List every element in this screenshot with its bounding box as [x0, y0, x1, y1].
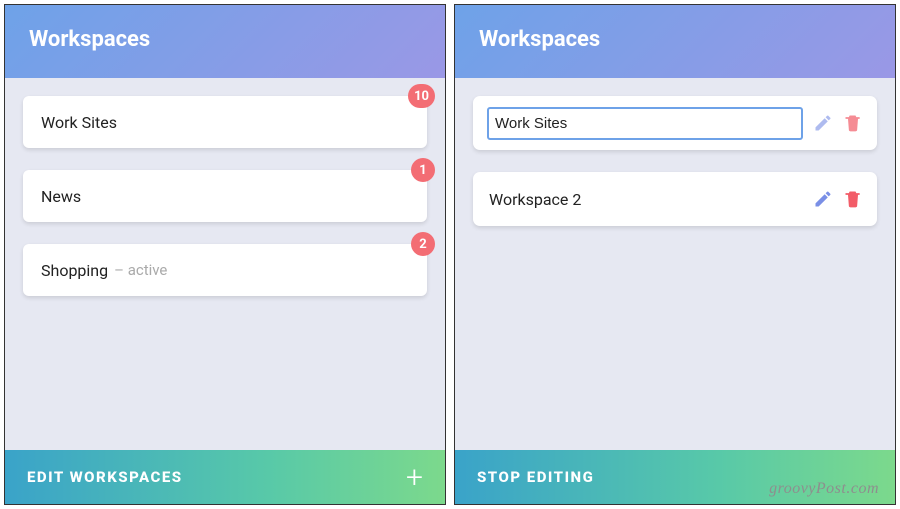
- workspace-status: – active: [114, 261, 167, 279]
- pencil-icon[interactable]: [813, 189, 833, 209]
- workspace-edit-item-workspace-2: Workspace 2: [473, 172, 877, 226]
- header-title: Workspaces: [479, 27, 600, 52]
- trash-icon[interactable]: [843, 113, 863, 133]
- panel-header: Workspaces: [5, 5, 445, 78]
- workspaces-edit-panel: Workspaces Workspace 2 STOP EDITING groo…: [454, 4, 896, 505]
- workspace-name-input[interactable]: [487, 107, 803, 140]
- stop-editing-footer[interactable]: STOP EDITING: [455, 450, 895, 504]
- edit-workspaces-footer[interactable]: EDIT WORKSPACES +: [5, 450, 445, 504]
- footer-label: STOP EDITING: [477, 468, 594, 486]
- workspace-label: News: [41, 187, 81, 206]
- workspace-edit-item-work-sites: [473, 96, 877, 150]
- tab-count-badge: 1: [411, 158, 435, 182]
- workspace-item-news[interactable]: News 1: [23, 170, 427, 222]
- pencil-icon[interactable]: [813, 113, 833, 133]
- add-workspace-icon[interactable]: +: [406, 470, 423, 485]
- workspace-edit-list: Workspace 2: [455, 78, 895, 450]
- workspaces-view-panel: Workspaces Work Sites 10 News 1 Shopping…: [4, 4, 446, 505]
- workspace-list: Work Sites 10 News 1 Shopping – active 2: [5, 78, 445, 450]
- workspace-label: Work Sites: [41, 113, 117, 132]
- tab-count-badge: 2: [411, 232, 435, 256]
- header-title: Workspaces: [29, 27, 150, 52]
- panel-header: Workspaces: [455, 5, 895, 78]
- tab-count-badge: 10: [408, 84, 435, 108]
- trash-icon[interactable]: [843, 189, 863, 209]
- footer-label: EDIT WORKSPACES: [27, 468, 183, 486]
- workspace-item-work-sites[interactable]: Work Sites 10: [23, 96, 427, 148]
- workspace-label: Shopping: [41, 261, 108, 280]
- workspace-label: Workspace 2: [487, 184, 803, 215]
- workspace-item-shopping[interactable]: Shopping – active 2: [23, 244, 427, 296]
